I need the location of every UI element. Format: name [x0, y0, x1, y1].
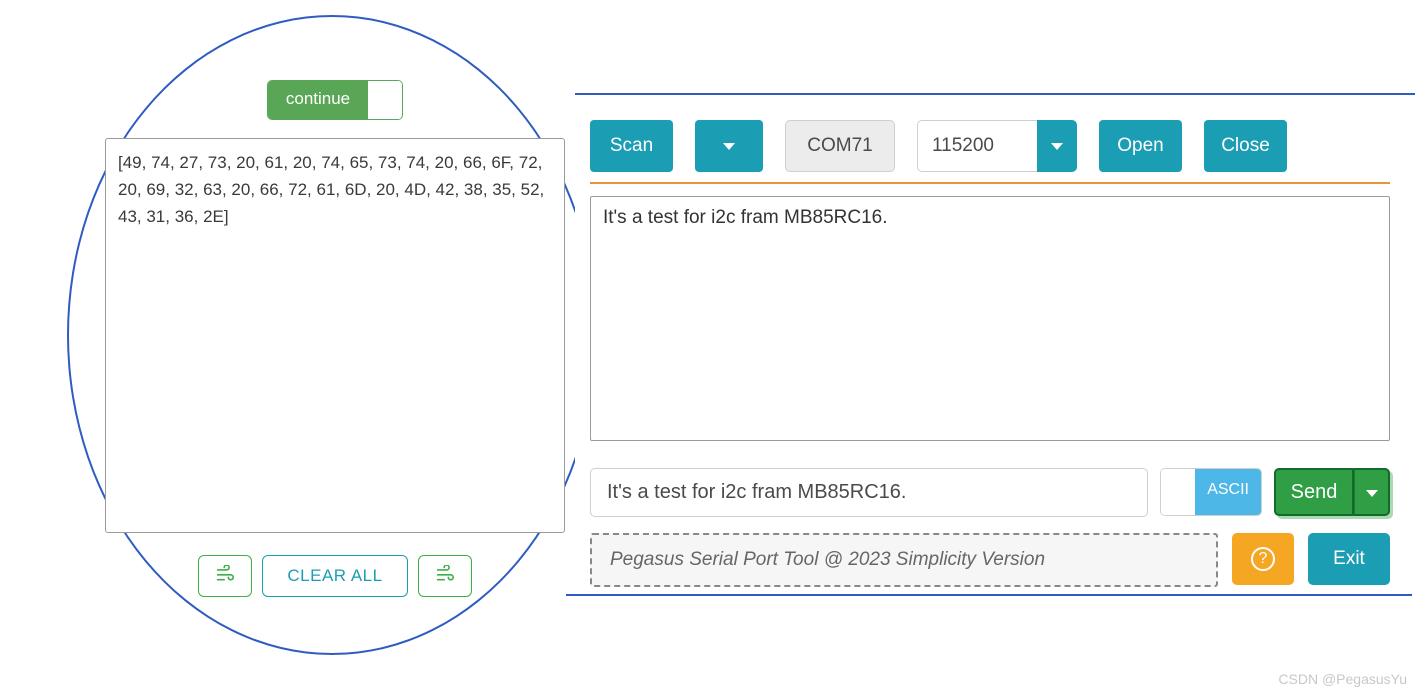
send-button[interactable]: Send	[1274, 468, 1354, 516]
scan-button[interactable]: Scan	[590, 120, 673, 172]
send-dropdown[interactable]	[1354, 468, 1390, 516]
com-port-display[interactable]: COM71	[785, 120, 895, 172]
exit-button[interactable]: Exit	[1308, 533, 1390, 585]
wind-icon	[435, 565, 455, 587]
caret-down-icon	[1051, 143, 1063, 150]
bubble-connector-bottom	[566, 594, 1412, 598]
left-bottom-controls: CLEAR ALL	[105, 555, 565, 597]
toolbar-separator	[590, 182, 1390, 184]
clear-all-button[interactable]: CLEAR ALL	[262, 555, 407, 597]
bubble-connector-top	[575, 93, 1415, 97]
continue-toggle-wrap: continue	[105, 80, 565, 120]
wind-icon	[215, 565, 235, 587]
caret-down-icon	[1366, 490, 1378, 497]
transmit-input[interactable]	[590, 468, 1148, 517]
toolbar: Scan COM71 Open Close	[590, 120, 1390, 172]
encoding-toggle[interactable]: ASCII	[1160, 468, 1262, 516]
continue-toggle-label: continue	[268, 81, 368, 119]
send-row: ASCII Send	[590, 468, 1390, 517]
footer-note: Pegasus Serial Port Tool @ 2023 Simplici…	[590, 533, 1218, 587]
fan-right-button[interactable]	[418, 555, 472, 597]
baud-rate-dropdown[interactable]	[1037, 120, 1077, 172]
baud-group	[917, 120, 1077, 172]
continue-toggle[interactable]: continue	[267, 80, 403, 120]
open-button[interactable]: Open	[1099, 120, 1182, 172]
left-panel: continue [49, 74, 27, 73, 20, 61, 20, 74…	[105, 80, 565, 597]
encoding-toggle-off	[1161, 469, 1195, 515]
help-button[interactable]: ?	[1232, 533, 1294, 585]
caret-down-icon	[723, 143, 735, 150]
help-icon: ?	[1251, 547, 1275, 571]
footer-row: Pegasus Serial Port Tool @ 2023 Simplici…	[590, 533, 1390, 587]
hex-output: [49, 74, 27, 73, 20, 61, 20, 74, 65, 73,…	[105, 138, 565, 533]
send-group: Send	[1274, 468, 1390, 516]
continue-toggle-off	[368, 81, 402, 119]
encoding-toggle-label: ASCII	[1195, 469, 1261, 515]
close-button[interactable]: Close	[1204, 120, 1287, 172]
scan-options-dropdown[interactable]	[695, 120, 763, 172]
watermark: CSDN @PegasusYu	[1278, 671, 1407, 687]
baud-rate-input[interactable]	[917, 120, 1037, 172]
fan-left-button[interactable]	[198, 555, 252, 597]
receive-textarea[interactable]: It's a test for i2c fram MB85RC16.	[590, 196, 1390, 441]
right-panel: Scan COM71 Open Close It's a test for i2…	[590, 120, 1390, 587]
